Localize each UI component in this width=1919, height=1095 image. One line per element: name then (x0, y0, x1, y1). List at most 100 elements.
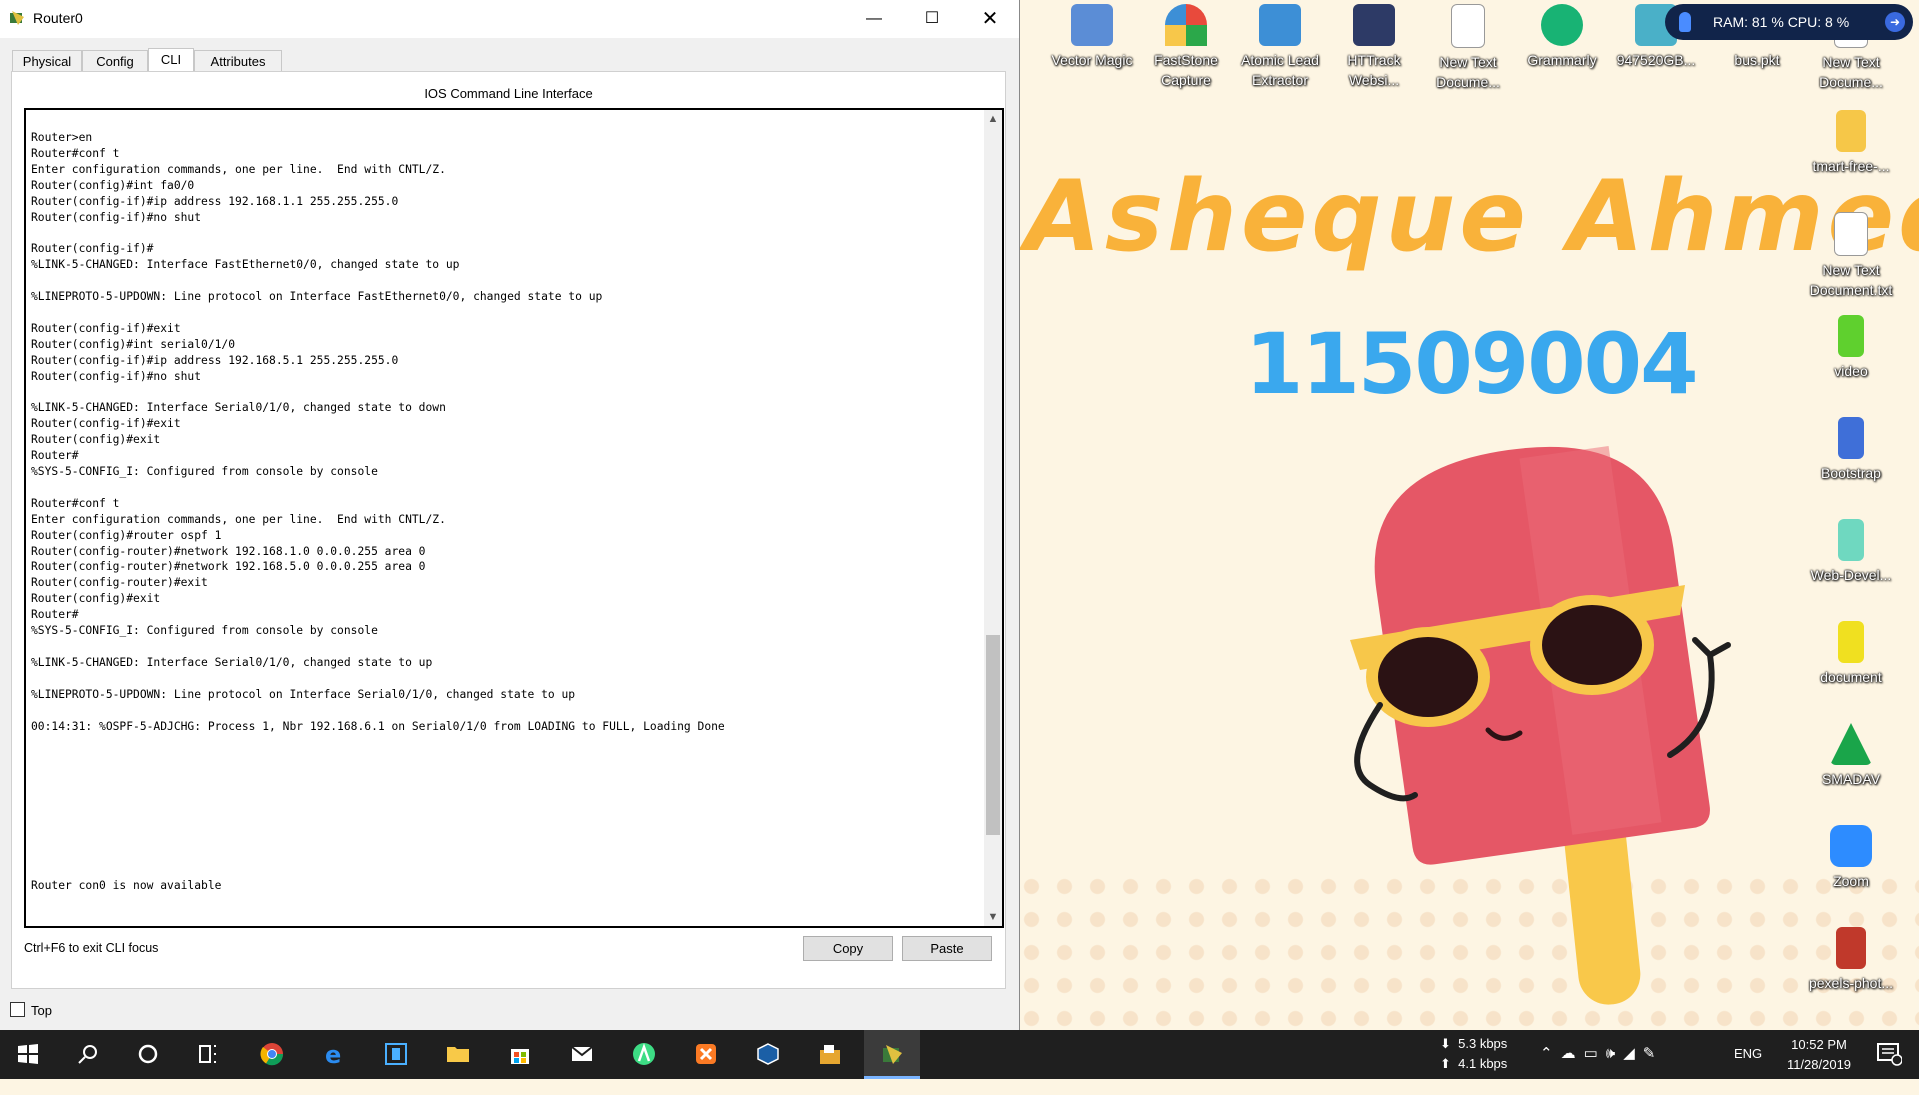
desktop-icon-pexels-photo[interactable]: pexels-phot... (1806, 927, 1896, 993)
vector-magic-icon (1071, 4, 1113, 46)
virtualbox-icon (757, 1043, 779, 1065)
cortana-button[interactable] (120, 1030, 176, 1079)
title-bar[interactable]: Router0 — ☐ ✕ (0, 0, 1019, 38)
notification-icon (1877, 1043, 1903, 1066)
scroll-down-icon[interactable]: ▼ (984, 908, 1002, 926)
top-checkbox[interactable]: Top (10, 1002, 52, 1018)
taskbar-packet-tracer[interactable] (864, 1030, 920, 1079)
packet-tracer-icon (883, 1045, 902, 1064)
popsicle-illustration (1350, 446, 1731, 1005)
start-button[interactable] (0, 1030, 56, 1079)
desktop-icon-httrack[interactable]: HTTrack Websi... (1329, 4, 1419, 90)
taskbar-xampp[interactable] (678, 1030, 734, 1079)
desktop-icon-smadav[interactable]: SMADAV (1806, 723, 1896, 789)
smadav-icon (1830, 723, 1872, 765)
search-button[interactable] (60, 1030, 116, 1079)
notification-button[interactable] (1876, 1042, 1906, 1068)
task-view-icon (199, 1045, 216, 1063)
clock-time: 10:52 PM (1791, 1037, 1847, 1052)
taskbar-chrome[interactable] (244, 1030, 300, 1079)
upload-speed: 5.3 kbps (1458, 1036, 1508, 1051)
paste-button[interactable]: Paste (902, 936, 992, 961)
network-speed: ⬇ 5.3 kbps ⬆ 4.1 kbps (1440, 1034, 1520, 1083)
console-scrollbar[interactable]: ▲ ▼ (984, 110, 1002, 926)
zoom-icon (1830, 825, 1872, 867)
task-view-button[interactable] (180, 1030, 236, 1079)
desktop-icon-tmart-free[interactable]: tmart-free-... (1806, 110, 1896, 176)
taskbar-app-blue[interactable] (368, 1030, 424, 1079)
tab-config[interactable]: Config (82, 50, 148, 71)
chevron-up-icon[interactable]: ⌃ (1540, 1045, 1561, 1062)
wallpaper-id: 11509004 (1245, 315, 1699, 413)
desktop-icon-vector-magic[interactable]: Vector Magic (1047, 4, 1137, 70)
svg-text:e: e (325, 1042, 341, 1066)
close-button[interactable]: ✕ (961, 0, 1019, 38)
taskbar-virtualbox[interactable] (740, 1030, 796, 1079)
console-output[interactable]: Router>en Router#conf t Enter configurat… (31, 130, 971, 920)
atomic-lead-icon (1259, 4, 1301, 46)
taskbar-android-studio[interactable] (616, 1030, 672, 1079)
taskbar-store[interactable] (492, 1030, 548, 1079)
system-tray: ⌃☁▭🕪◢✎ (1540, 1044, 1663, 1093)
toolbox-icon (820, 1045, 840, 1064)
perf-monitor-widget[interactable]: RAM: 81 % CPU: 8 % ➜ (1665, 4, 1913, 40)
grammarly-icon (1541, 4, 1583, 46)
store-icon (511, 1049, 529, 1064)
top-label: Top (31, 1003, 52, 1018)
xampp-icon (696, 1044, 716, 1064)
windows-logo-icon (18, 1044, 38, 1064)
desktop-icon-new-text-1[interactable]: New Text Docume... (1423, 4, 1513, 92)
image-file-icon (1836, 927, 1866, 969)
taskbar-edge[interactable]: e (306, 1030, 362, 1079)
httrack-icon (1353, 4, 1395, 46)
desktop-icon-new-text-doc[interactable]: New Text Document.txt (1806, 212, 1896, 300)
folder-icon (1838, 519, 1864, 561)
language-indicator[interactable]: ENG (1734, 1046, 1762, 1095)
perf-readout: RAM: 81 % CPU: 8 % (1713, 14, 1850, 30)
cortana-icon (138, 1044, 158, 1064)
desktop-icon-web-devel[interactable]: Web-Devel... (1806, 519, 1896, 585)
volume-icon[interactable]: 🕪 (1606, 1045, 1623, 1062)
rocket-icon (1679, 12, 1691, 32)
desktop-icon-video[interactable]: video (1806, 315, 1896, 381)
cloud-icon[interactable]: ☁ (1561, 1045, 1584, 1062)
desktop-icon-atomic-lead[interactable]: Atomic Lead Extractor (1235, 4, 1325, 90)
clock[interactable]: 10:52 PM 11/28/2019 (1774, 1035, 1864, 1084)
android-studio-icon (633, 1043, 655, 1065)
desktop-icon-bootstrap[interactable]: Bootstrap (1806, 417, 1896, 483)
scroll-up-icon[interactable]: ▲ (984, 110, 1002, 128)
wifi-icon[interactable]: ◢ (1623, 1045, 1643, 1062)
cli-title: IOS Command Line Interface (424, 86, 593, 101)
taskbar-mail[interactable] (554, 1030, 610, 1079)
pen-icon[interactable]: ✎ (1643, 1045, 1664, 1062)
checkbox-box[interactable] (10, 1002, 25, 1017)
desktop-icon-grammarly[interactable]: Grammarly (1517, 4, 1607, 70)
faststone-icon (1165, 4, 1207, 46)
scroll-thumb[interactable] (986, 635, 1000, 835)
mail-icon (571, 1046, 593, 1061)
chrome-icon (260, 1043, 284, 1066)
folder-icon (447, 1047, 469, 1062)
router-window: Router0 — ☐ ✕ Physical Config CLI Attrib… (0, 0, 1020, 1030)
tab-attributes[interactable]: Attributes (194, 50, 282, 71)
cli-console[interactable]: Router>en Router#conf t Enter configurat… (24, 108, 1004, 928)
app-window-icon (385, 1043, 407, 1065)
desktop-icon-zoom[interactable]: Zoom (1806, 825, 1896, 891)
desktop-icon-document[interactable]: document (1806, 621, 1896, 687)
edge-icon: e (325, 1042, 341, 1066)
minimize-button[interactable]: — (845, 0, 903, 38)
tab-physical[interactable]: Physical (12, 50, 82, 71)
copy-button[interactable]: Copy (803, 936, 893, 961)
maximize-button[interactable]: ☐ (903, 0, 961, 38)
upload-arrow-icon: ⬇ (1440, 1036, 1451, 1051)
cli-panel: IOS Command Line Interface Router>en Rou… (11, 71, 1006, 989)
taskbar-app-toolbox[interactable] (802, 1030, 858, 1079)
battery-icon[interactable]: ▭ (1584, 1045, 1606, 1062)
arrow-right-icon[interactable]: ➜ (1885, 12, 1905, 32)
folder-icon (1838, 315, 1864, 357)
text-file-icon (1451, 4, 1485, 48)
folder-icon (1838, 417, 1864, 459)
desktop-icon-faststone[interactable]: FastStone Capture (1141, 4, 1231, 90)
taskbar-file-explorer[interactable] (430, 1030, 486, 1079)
tab-cli[interactable]: CLI (148, 48, 194, 71)
